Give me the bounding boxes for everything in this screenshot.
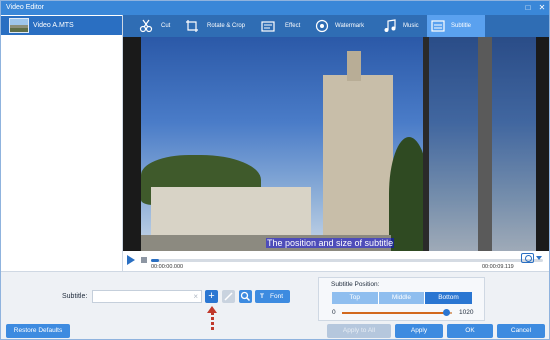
tab-subtitle-label: Subtitle (451, 23, 472, 29)
cancel-button[interactable]: Cancel (497, 324, 545, 338)
chevron-down-icon[interactable] (536, 256, 542, 260)
maximize-icon[interactable]: □ (523, 3, 533, 13)
video-editor-window: Video Editor □ ✕ Video A.MTS Cut Rotate … (0, 0, 550, 340)
tab-effect[interactable]: Effect (261, 15, 311, 37)
apply-to-all-button[interactable]: Apply to All (327, 324, 391, 338)
plus-icon: + (208, 290, 215, 302)
font-button-label: Font (270, 293, 284, 300)
edit-subtitle-button[interactable] (222, 290, 235, 303)
file-list-panel: Video A.MTS (1, 15, 123, 271)
tab-watermark-label: Watermark (335, 23, 365, 29)
slider-min-label: 0 (332, 309, 336, 316)
add-subtitle-button[interactable]: + (205, 290, 218, 303)
title-bar: Video Editor □ ✕ (1, 1, 549, 15)
tab-rotate-crop[interactable]: Rotate & Crop (183, 15, 259, 37)
effect-icon (261, 21, 275, 32)
close-icon[interactable]: ✕ (537, 3, 547, 13)
music-note-icon (384, 19, 396, 32)
tab-music[interactable]: Music (381, 15, 425, 37)
watermark-icon (315, 19, 329, 33)
snapshot-camera-icon[interactable] (521, 253, 534, 263)
play-icon[interactable] (127, 255, 135, 265)
position-segmented-control: Top Middle Bottom (332, 292, 472, 304)
subtitle-label: Subtitle: (62, 293, 88, 300)
tab-cut-label: Cut (161, 23, 171, 29)
position-bottom-button[interactable]: Bottom (425, 292, 472, 304)
position-top-button[interactable]: Top (332, 292, 379, 304)
stop-icon[interactable] (141, 257, 147, 263)
slider-max-label: 1020 (459, 309, 474, 316)
tab-rotate-crop-label: Rotate & Crop (207, 23, 246, 29)
tab-effect-label: Effect (285, 23, 301, 29)
time-end: 00:00:09.119 (482, 264, 514, 270)
subtitle-position-box: Subtitle Position: Top Middle Bottom 0 1… (318, 277, 485, 321)
subtitle-icon (431, 20, 445, 32)
pencil-icon (224, 292, 233, 301)
font-button[interactable]: T Font (255, 290, 290, 303)
restore-defaults-button[interactable]: Restore Defaults (6, 324, 70, 338)
subtitle-preview-text: The position and size of subtitle (266, 238, 395, 248)
search-subtitle-button[interactable] (239, 290, 252, 303)
video-preview: The position and size of subtitle (123, 37, 549, 251)
text-font-icon: T (260, 293, 264, 300)
window-title: Video Editor (6, 4, 45, 11)
search-icon (240, 291, 251, 302)
position-slider[interactable] (342, 309, 452, 316)
subtitle-position-label: Subtitle Position: (331, 281, 380, 288)
file-list-item[interactable]: Video A.MTS (1, 16, 122, 35)
editor-tab-bar: Cut Rotate & Crop Effect Watermark Music… (123, 15, 549, 37)
ok-button[interactable]: OK (447, 324, 493, 338)
church-tower (323, 75, 393, 251)
apply-button[interactable]: Apply (395, 324, 443, 338)
tab-music-label: Music (403, 23, 419, 29)
scissors-icon (139, 19, 153, 33)
clear-icon[interactable]: × (193, 292, 198, 301)
tab-watermark[interactable]: Watermark (313, 15, 375, 37)
timeline-slider[interactable] (151, 259, 543, 262)
crop-icon (186, 20, 198, 32)
tab-subtitle[interactable]: Subtitle (427, 15, 485, 37)
timeline-progress (151, 259, 159, 262)
subtitle-file-field[interactable]: × (92, 290, 202, 303)
position-middle-button[interactable]: Middle (378, 292, 426, 304)
time-start: 00:00:00.000 (151, 264, 184, 270)
video-thumbnail (9, 18, 29, 33)
subtitle-settings-panel: Subtitle: × + T Font Subtitle Position: … (1, 271, 549, 339)
file-name: Video A.MTS (33, 22, 74, 29)
annotation-arrow-shaft (211, 312, 214, 332)
playback-controls: 00:00:00.000 00:00:09.119 (123, 251, 549, 271)
slider-thumb[interactable] (443, 309, 450, 316)
